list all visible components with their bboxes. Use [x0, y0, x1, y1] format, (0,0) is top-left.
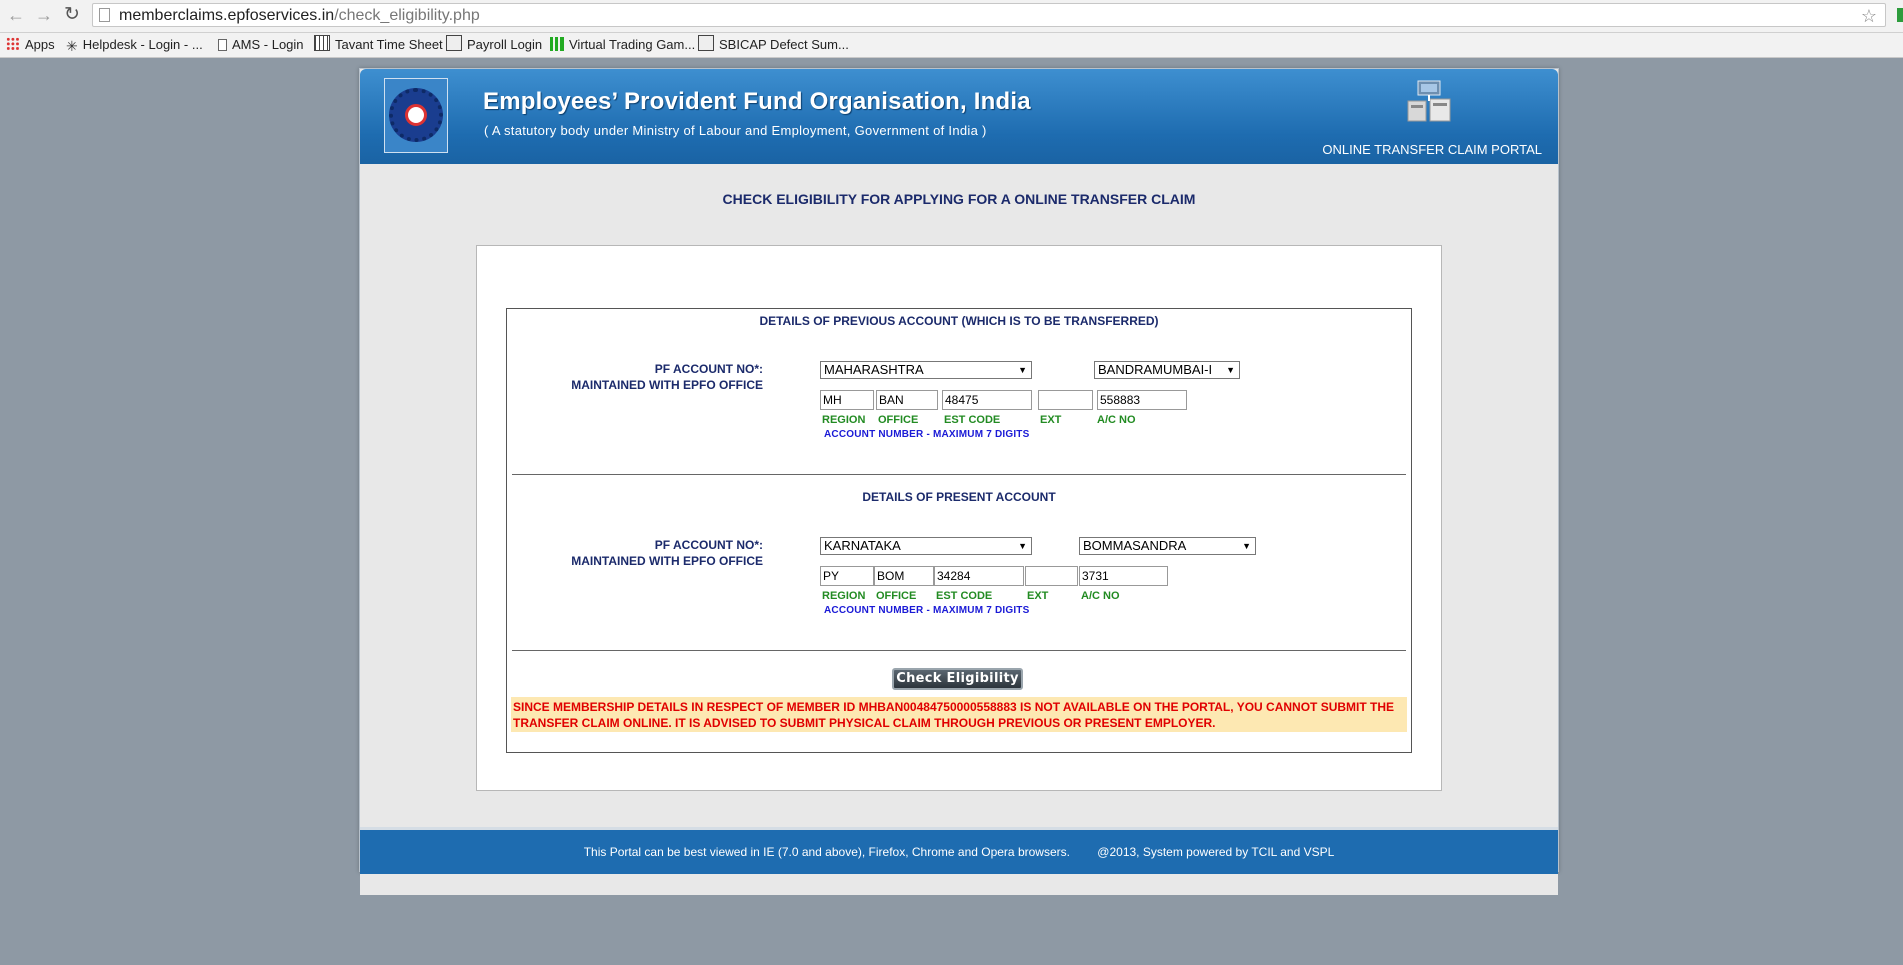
asterisk-icon: ✳ — [66, 38, 78, 54]
bookmark-label: Apps — [25, 37, 55, 52]
error-message: SINCE MEMBERSHIP DETAILS IN RESPECT OF M… — [511, 697, 1407, 732]
present-account-title: DETAILS OF PRESENT ACCOUNT — [862, 490, 1056, 504]
payroll-icon — [446, 35, 462, 51]
pf-label-line2: MAINTAINED WITH EPFO OFFICE — [571, 554, 763, 568]
ac-no-label: A/C NO — [1097, 414, 1136, 426]
section-divider — [512, 474, 1406, 475]
ext-label: EXT — [1027, 590, 1049, 602]
previous-pf-label: PF ACCOUNT NO*: MAINTAINED WITH EPFO OFF… — [463, 361, 763, 393]
bookmark-ams[interactable]: AMS - Login — [218, 33, 304, 57]
portal-container: Employees’ Provident Fund Organisation, … — [359, 68, 1559, 895]
selected-value: BOMMASANDRA — [1083, 538, 1187, 553]
account-number-hint: ACCOUNT NUMBER - MAXIMUM 7 DIGITS — [824, 605, 1030, 616]
reload-icon[interactable]: ↻ — [62, 5, 82, 25]
url-host: memberclaims.epfoservices.in — [119, 7, 335, 24]
chart-icon — [550, 37, 564, 51]
pf-label-line2: MAINTAINED WITH EPFO OFFICE — [571, 378, 763, 392]
previous-state-select[interactable]: MAHARASHTRA ▼ — [820, 361, 1032, 379]
page-title: CHECK ELIGIBILITY FOR APPLYING FOR A ONL… — [722, 191, 1196, 207]
present-office-field[interactable] — [874, 566, 934, 586]
present-est-code-field[interactable] — [934, 566, 1024, 586]
bookmark-payroll[interactable]: Payroll Login — [446, 33, 542, 57]
present-state-select[interactable]: KARNATAKA ▼ — [820, 537, 1032, 555]
address-bar[interactable]: memberclaims.epfoservices.in/check_eligi… — [92, 3, 1886, 27]
present-ext-field[interactable] — [1025, 566, 1078, 586]
gear-emblem-icon — [389, 88, 443, 142]
present-ac-no-field[interactable] — [1079, 566, 1168, 586]
eligibility-form: DETAILS OF PREVIOUS ACCOUNT (WHICH IS TO… — [506, 308, 1412, 753]
portal-footer: This Portal can be best viewed in IE (7.… — [360, 827, 1558, 874]
ext-label: EXT — [1040, 414, 1062, 426]
org-title: Employees’ Provident Fund Organisation, … — [483, 88, 1031, 115]
previous-office-select[interactable]: BANDRAMUMBAI-I ▼ — [1094, 361, 1240, 379]
dropdown-arrow-icon: ▼ — [1226, 365, 1235, 375]
forward-arrow-icon[interactable]: → — [34, 5, 54, 25]
person-icon — [698, 35, 714, 51]
est-code-label: EST CODE — [944, 414, 1001, 426]
check-eligibility-button[interactable]: Check Eligibility — [892, 668, 1023, 690]
copyright: @2013, System powered by TCIL and VSPL — [1097, 845, 1335, 859]
bookmark-helpdesk[interactable]: ✳ Helpdesk - Login - ... — [66, 33, 203, 57]
dropdown-arrow-icon: ▼ — [1242, 541, 1251, 551]
browser-toolbar: ← → ↻ memberclaims.epfoservices.in/check… — [0, 0, 1903, 33]
eligibility-panel: DETAILS OF PREVIOUS ACCOUNT (WHICH IS TO… — [476, 245, 1442, 791]
bookmark-label: Tavant Time Sheet — [335, 37, 443, 52]
bookmark-label: AMS - Login — [232, 37, 304, 52]
page-icon — [99, 8, 110, 22]
previous-account-title: DETAILS OF PREVIOUS ACCOUNT (WHICH IS TO… — [759, 314, 1159, 328]
document-icon — [218, 39, 227, 51]
portal-name: ONLINE TRANSFER CLAIM PORTAL — [1322, 142, 1542, 157]
apps-grid-icon — [6, 37, 20, 51]
bookmark-label: SBICAP Defect Sum... — [719, 37, 849, 52]
selected-value: KARNATAKA — [824, 538, 901, 553]
office-label: OFFICE — [878, 414, 919, 426]
org-subtitle: ( A statutory body under Ministry of Lab… — [484, 123, 987, 138]
est-code-label: EST CODE — [936, 590, 993, 602]
previous-ext-field[interactable] — [1038, 390, 1093, 410]
ac-no-label: A/C NO — [1081, 590, 1120, 602]
dropdown-arrow-icon: ▼ — [1018, 365, 1027, 375]
bookmark-label: Virtual Trading Gam... — [569, 37, 696, 52]
section-divider — [512, 650, 1406, 651]
bookmark-tavant[interactable]: Tavant Time Sheet — [314, 33, 443, 57]
previous-region-field[interactable] — [820, 390, 874, 410]
account-number-hint: ACCOUNT NUMBER - MAXIMUM 7 DIGITS — [824, 429, 1030, 440]
pf-label-line1: PF ACCOUNT NO*: — [654, 538, 763, 552]
emblem-center — [405, 104, 427, 126]
selected-value: BANDRAMUMBAI-I — [1098, 362, 1213, 377]
bookmark-virtual-trading[interactable]: Virtual Trading Gam... — [550, 33, 695, 57]
epfo-logo — [384, 78, 448, 153]
bookmark-sbicap[interactable]: SBICAP Defect Sum... — [698, 33, 849, 57]
region-label: REGION — [822, 414, 866, 426]
back-arrow-icon[interactable]: ← — [6, 5, 26, 25]
bookmark-star-icon[interactable]: ☆ — [1861, 4, 1877, 28]
bookmarks-bar: Apps ✳ Helpdesk - Login - ... AMS - Login… — [0, 33, 1903, 58]
present-region-field[interactable] — [820, 566, 874, 586]
previous-office-field[interactable] — [876, 390, 938, 410]
main-content: CHECK ELIGIBILITY FOR APPLYING FOR A ONL… — [360, 164, 1558, 895]
pf-label-line1: PF ACCOUNT NO*: — [654, 362, 763, 376]
office-label: OFFICE — [876, 590, 917, 602]
bookmark-label: Helpdesk - Login - ... — [82, 37, 203, 52]
browser-support-note: This Portal can be best viewed in IE (7.… — [583, 845, 1070, 859]
url-path: /check_eligibility.php — [334, 7, 480, 24]
region-label: REGION — [822, 590, 866, 602]
present-office-select[interactable]: BOMMASANDRA ▼ — [1079, 537, 1256, 555]
dropdown-arrow-icon: ▼ — [1018, 541, 1027, 551]
computer-network-icon — [1407, 80, 1451, 122]
extension-icon[interactable] — [1897, 8, 1903, 22]
portal-header: Employees’ Provident Fund Organisation, … — [360, 69, 1558, 164]
previous-ac-no-field[interactable] — [1097, 390, 1187, 410]
timesheet-icon — [314, 35, 330, 51]
previous-est-code-field[interactable] — [942, 390, 1032, 410]
selected-value: MAHARASHTRA — [824, 362, 924, 377]
bookmark-apps[interactable]: Apps — [6, 33, 55, 57]
bookmark-label: Payroll Login — [467, 37, 543, 52]
present-pf-label: PF ACCOUNT NO*: MAINTAINED WITH EPFO OFF… — [463, 537, 763, 569]
